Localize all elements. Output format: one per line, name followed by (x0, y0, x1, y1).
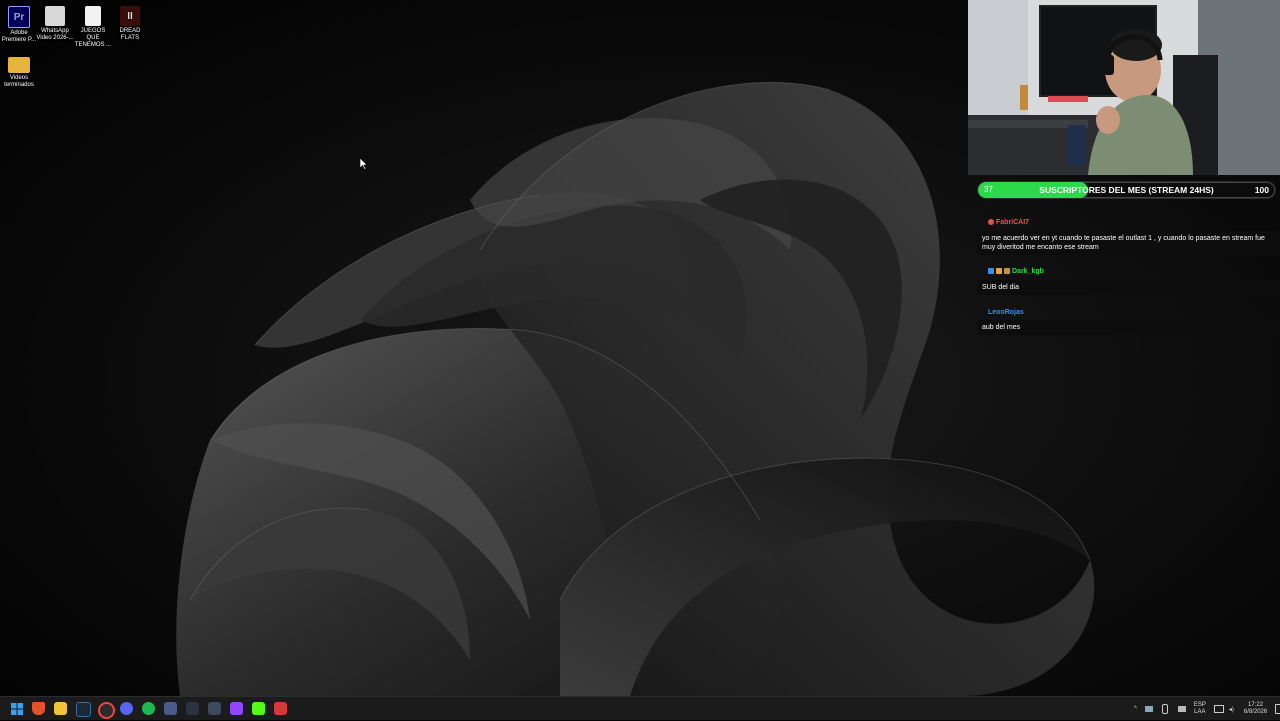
subscriber-badge-icon (988, 268, 994, 274)
goal-target-count: 100 (1254, 185, 1269, 195)
keyboard-layout: LAA (1194, 709, 1206, 715)
chat-message: FabriCAI7 yo me acuerdo ver en yt cuando… (977, 212, 1280, 255)
chat-message: LeooRojas aub del mes (977, 301, 1280, 335)
brave-browser-icon[interactable] (32, 702, 45, 715)
video-thumbnail-icon (45, 6, 65, 26)
clock-time: 17:22 (1248, 702, 1264, 708)
chat-overlay: FabriCAI7 yo me acuerdo ver en yt cuando… (977, 212, 1280, 341)
desktop-icon-premiere[interactable]: Pr Adobe Premiere P... (0, 6, 38, 44)
video-editor-icon[interactable] (274, 702, 287, 715)
vpn-app-icon[interactable] (208, 702, 221, 715)
desktop-icon-label: DREAD FLATS (119, 28, 141, 41)
desktop-icon-juegos[interactable]: JUEGOS QUE TENEMOS ... (74, 6, 112, 49)
desktop-icon-whatsapp-video[interactable]: WhatsApp Video 2026-... (36, 6, 74, 42)
clock[interactable]: 17:22 6/8/2026 (1244, 702, 1267, 716)
chat-username-text: Dark_kgb (1012, 267, 1044, 275)
system-tray: ^ ESP LAA ◂) 17:22 6/8/2026 (1134, 697, 1280, 721)
file-explorer-icon[interactable] (54, 702, 67, 715)
chat-message: Dark_kgb SUB del dia (977, 261, 1280, 295)
desktop-icon-label: WhatsApp Video 2026-... (36, 28, 74, 41)
crown-badge-icon (1004, 268, 1010, 274)
chat-username-text: LeooRojas (988, 309, 1024, 316)
display-app-icon[interactable] (164, 702, 177, 715)
desktop-icon-label: Adobe Premiere P... (1, 30, 37, 43)
twitch-icon[interactable] (230, 702, 243, 715)
text-document-icon (85, 6, 101, 26)
microphone-icon[interactable] (1161, 704, 1168, 714)
network-app-icon[interactable] (186, 702, 199, 715)
user-badge-icon (988, 219, 994, 225)
goal-title: SUSCRIPTORES DEL MES (STREAM 24HS) (1039, 185, 1214, 195)
language-code: ESP (1193, 702, 1206, 708)
chrome-icon[interactable] (98, 702, 115, 719)
usb-icon[interactable] (1177, 706, 1186, 712)
sub-goal-bar: 37 SUSCRIPTORES DEL MES (STREAM 24HS) 10… (977, 181, 1276, 199)
discord-icon[interactable] (120, 702, 133, 715)
steam-icon[interactable] (76, 702, 91, 717)
desktop-icon-videos-terminados[interactable]: Videos terminados (0, 57, 38, 89)
webcam-overlay (968, 0, 1280, 175)
windows-start-icon[interactable] (10, 702, 23, 715)
folder-icon (8, 57, 30, 73)
desktop-icon-label: JUEGOS QUE TENEMOS ... (74, 28, 112, 48)
kick-icon[interactable] (252, 702, 265, 715)
premiere-icon: Pr (8, 6, 30, 28)
chat-username: FabriCAI7 (984, 217, 1034, 227)
notification-icon[interactable] (1275, 704, 1280, 714)
language-indicator[interactable]: ESP LAA (1194, 702, 1206, 716)
chat-username-text: FabriCAI7 (996, 218, 1030, 226)
chat-message-text: aub del mes (977, 320, 1280, 335)
clock-date: 6/8/2026 (1243, 709, 1268, 715)
chat-username: Dark_kgb (984, 266, 1048, 276)
desktop-icon-dread-flats[interactable]: II DREAD FLATS (111, 6, 149, 42)
game-icon: II (120, 6, 140, 26)
chat-message-text: yo me acuerdo ver en yt cuando te pasast… (977, 231, 1280, 255)
desktop-icon-label: Videos terminados (4, 75, 34, 88)
spotify-icon[interactable] (142, 702, 155, 715)
taskbar: ^ ESP LAA ◂) 17:22 6/8/2026 (0, 696, 1280, 720)
chat-username: LeooRojas (984, 308, 1028, 317)
chevron-up-icon[interactable]: ^ (1134, 706, 1137, 712)
steam-tray-icon[interactable] (1144, 706, 1153, 712)
chat-message-text: SUB del dia (977, 280, 1280, 295)
volume-icon[interactable]: ◂) (1229, 706, 1234, 713)
gift-badge-icon (996, 268, 1002, 274)
mouse-cursor-icon (360, 158, 368, 170)
network-icon[interactable] (1213, 705, 1224, 713)
